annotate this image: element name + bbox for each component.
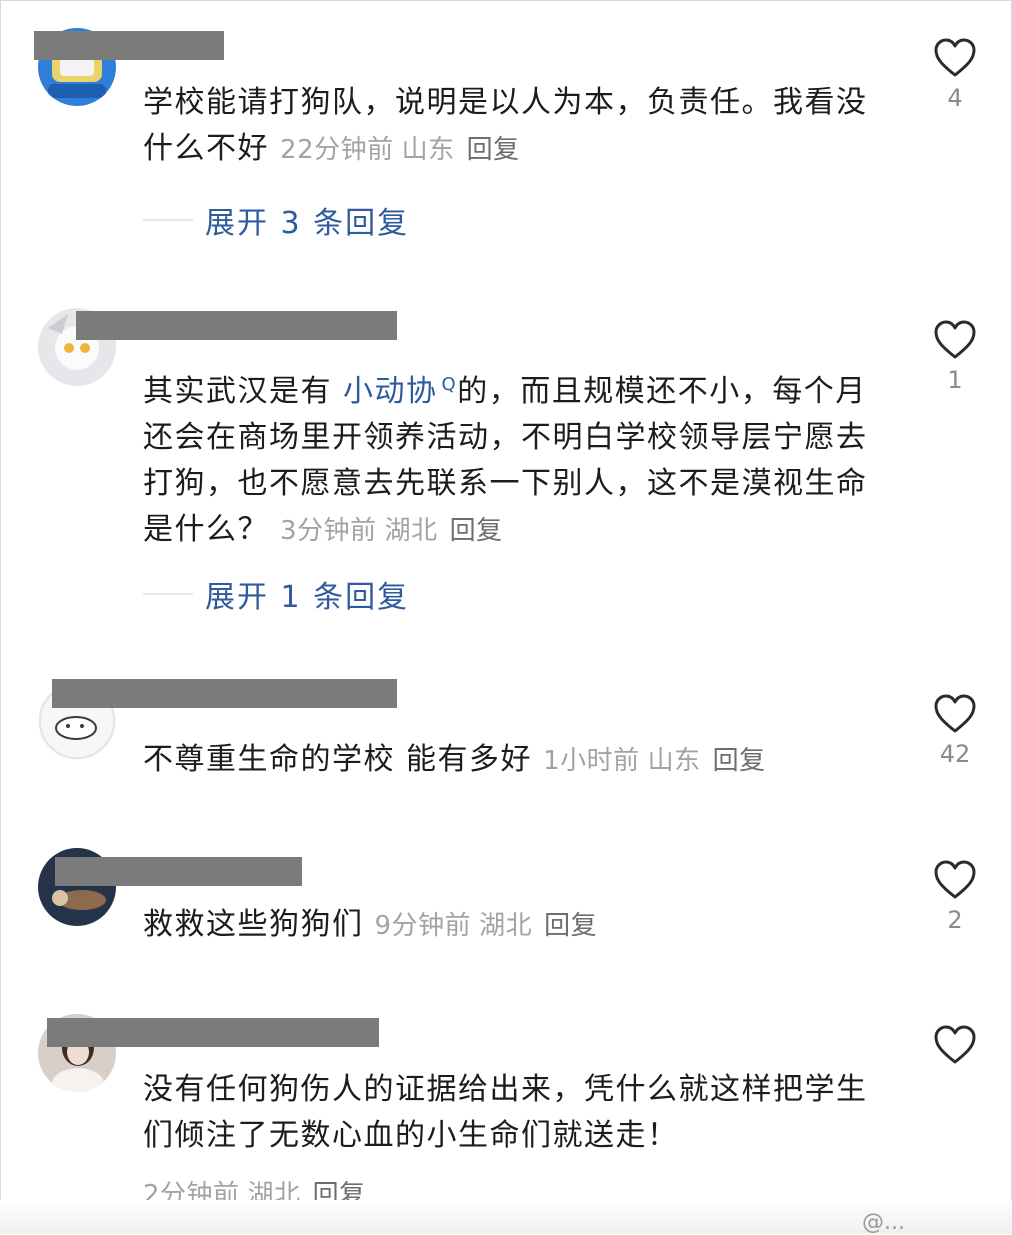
comment-text: 学校能请打狗队，说明是以人为本，负责任。我看没什么不好 22分钟前 山东 回复 bbox=[143, 85, 868, 166]
bottom-fade bbox=[0, 1200, 1012, 1234]
like-count: 42 bbox=[939, 740, 971, 768]
comment-location: 湖北 bbox=[384, 516, 438, 546]
mention-link[interactable]: 小动协 Q bbox=[343, 374, 457, 409]
screenshot-frame bbox=[0, 0, 1012, 1234]
comment-time: 3分钟前 bbox=[280, 516, 377, 546]
redacted-username bbox=[52, 679, 397, 708]
comment-time: 1小时前 bbox=[543, 746, 640, 776]
comment-location: 山东 bbox=[647, 746, 701, 776]
comment-text: 不尊重生命的学校 能有多好 1小时前 山东 回复 bbox=[143, 742, 766, 777]
reply-button[interactable]: 回复 bbox=[467, 135, 520, 165]
redacted-username bbox=[34, 31, 224, 60]
reply-button[interactable]: 回复 bbox=[544, 911, 597, 941]
comment-location: 湖北 bbox=[479, 911, 533, 941]
comment-meta: 1小时前 山东 回复 bbox=[543, 746, 766, 776]
comment-time: 22分钟前 bbox=[280, 135, 394, 165]
expand-replies[interactable]: 展开 1 条回复 bbox=[143, 572, 409, 616]
watermark: @... bbox=[862, 1210, 905, 1235]
reply-button[interactable]: 回复 bbox=[713, 746, 766, 776]
like-count: 4 bbox=[947, 84, 963, 112]
divider bbox=[143, 219, 193, 221]
redacted-username bbox=[55, 857, 302, 886]
heart-outline-icon bbox=[934, 694, 976, 733]
like-button[interactable]: 2 bbox=[930, 860, 980, 934]
comment-text: 救救这些狗狗们 9分钟前 湖北 回复 bbox=[143, 907, 598, 942]
like-button[interactable]: 1 bbox=[930, 320, 980, 394]
like-button[interactable]: 4 bbox=[930, 38, 980, 112]
redacted-username bbox=[47, 1018, 379, 1047]
expand-replies[interactable]: 展开 3 条回复 bbox=[143, 198, 409, 242]
comment-text: 没有任何狗伤人的证据给出来，凭什么就这样把学生们倾注了无数心血的小生命们就送走！ bbox=[143, 1072, 868, 1153]
expand-replies-label: 展开 3 条回复 bbox=[205, 206, 410, 241]
redacted-username bbox=[76, 311, 397, 340]
heart-outline-icon bbox=[934, 38, 976, 77]
comment-meta: 9分钟前 湖北 回复 bbox=[375, 911, 598, 941]
divider bbox=[143, 593, 193, 595]
heart-outline-icon bbox=[934, 860, 976, 899]
comment-meta: 3分钟前 湖北 回复 bbox=[280, 516, 503, 546]
comment-text: 其实武汉是有 小动协 Q的，而且规模还不小，每个月还会在商场里开领养活动，不明白学… bbox=[143, 374, 868, 547]
comment-time: 9分钟前 bbox=[374, 911, 472, 941]
heart-outline-icon bbox=[934, 1025, 976, 1064]
like-count: 1 bbox=[947, 366, 963, 394]
search-icon: Q bbox=[441, 374, 458, 395]
comment-meta: 22分钟前 山东 回复 bbox=[280, 135, 520, 165]
like-button[interactable] bbox=[930, 1025, 980, 1071]
like-button[interactable]: 42 bbox=[930, 694, 980, 768]
like-count: 2 bbox=[947, 906, 963, 934]
comment-location: 山东 bbox=[401, 135, 455, 165]
heart-outline-icon bbox=[934, 320, 976, 359]
expand-replies-label: 展开 1 条回复 bbox=[205, 580, 410, 615]
reply-button[interactable]: 回复 bbox=[450, 516, 503, 546]
